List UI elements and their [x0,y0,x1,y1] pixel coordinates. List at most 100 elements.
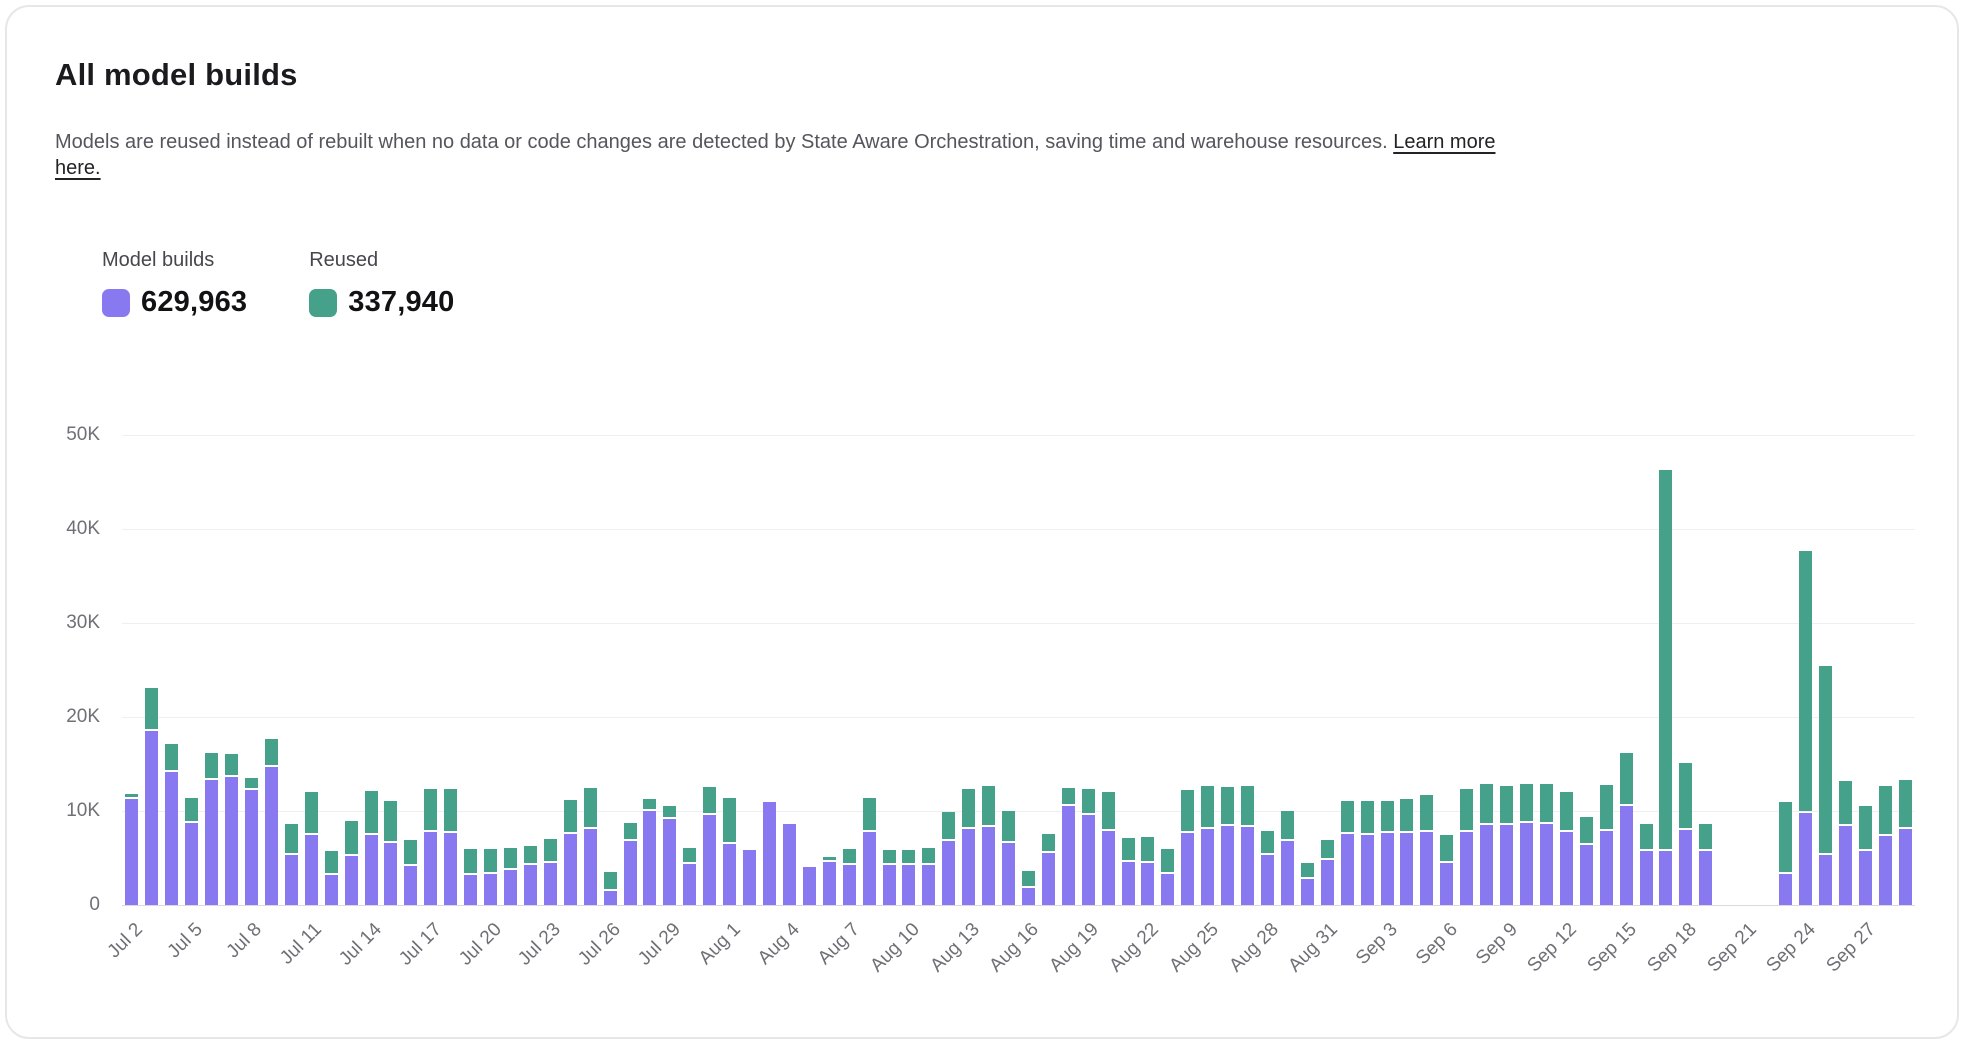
bar-segment-reused [325,851,338,873]
bar-segment-reused [484,849,497,872]
bar-segment-reused [1321,840,1334,858]
bar-segment-model-builds [743,850,756,905]
bar-segment-reused [1241,786,1254,825]
bar-segment-model-builds [305,835,318,905]
bar-segment-reused [1440,835,1453,860]
bar-segment-reused [125,794,138,797]
bar-segment-model-builds [982,827,995,905]
bar-segment-model-builds [1520,823,1533,905]
bar-segment-reused [1520,784,1533,822]
bar-segment-model-builds [1659,851,1672,905]
bar-segment-model-builds [424,832,437,905]
bar-segment-reused [584,788,597,827]
bar-segment-reused [703,787,716,812]
bar-segment-model-builds [1640,851,1653,905]
bar-segment-model-builds [883,865,896,905]
bar-segment-model-builds [624,841,637,905]
bar-segment-reused [424,789,437,829]
x-axis-baseline [122,905,1915,906]
legend-value-reused: 337,940 [348,286,454,319]
bar-segment-reused [345,821,358,854]
bar-segment-reused [165,744,178,769]
bar-segment-model-builds [464,875,477,905]
bar-segment-model-builds [1321,860,1334,905]
bar-segment-reused [942,812,955,839]
bar-segment-model-builds [1699,851,1712,905]
y-axis-tick-label: 0 [30,894,100,916]
bar-segment-reused [544,839,557,861]
bar-segment-model-builds [1181,833,1194,905]
bar-segment-reused [1799,551,1812,810]
gridline [122,717,1915,718]
bar-segment-model-builds [145,731,158,905]
bar-segment-reused [1082,789,1095,813]
bar-segment-reused [265,739,278,764]
bar-segment-model-builds [1899,829,1912,905]
bar-segment-model-builds [125,799,138,905]
bar-segment-model-builds [265,767,278,905]
bar-segment-model-builds [1341,834,1354,905]
bar-segment-reused [205,753,218,778]
bar-segment-reused [1281,811,1294,839]
bar-segment-reused [185,798,198,822]
bar-segment-reused [285,824,298,853]
bar-segment-reused [1659,470,1672,850]
bar-segment-model-builds [1400,833,1413,905]
bar-segment-reused [982,786,995,825]
bar-segment-model-builds [325,875,338,905]
bar-segment-model-builds [683,864,696,905]
bar-segment-model-builds [843,865,856,905]
bar-segment-model-builds [763,802,776,905]
bar-segment-reused [1381,801,1394,831]
bar-segment-model-builds [1002,843,1015,905]
bar-segment-reused [1201,786,1214,826]
bar-segment-reused [1580,817,1593,843]
legend-item-model-builds: Model builds 629,963 [102,249,247,319]
bar-segment-reused [663,806,676,817]
bar-segment-model-builds [962,829,975,905]
bar-segment-reused [464,849,477,873]
bar-segment-reused [1361,801,1374,833]
bar-segment-model-builds [1161,874,1174,905]
bar-segment-model-builds [365,835,378,905]
bar-segment-model-builds [1022,888,1035,905]
bar-segment-model-builds [285,855,298,905]
bar-segment-model-builds [165,772,178,905]
bar-segment-reused [1640,824,1653,849]
page-title: All model builds [55,57,298,93]
bar-segment-model-builds [1580,845,1593,905]
model-builds-swatch-icon [102,289,130,317]
bar-segment-model-builds [1420,832,1433,905]
bar-segment-model-builds [604,891,617,905]
bar-segment-model-builds [504,870,517,905]
bar-segment-model-builds [404,866,417,905]
bar-segment-model-builds [1261,855,1274,905]
bar-segment-reused [1102,792,1115,829]
gridline [122,623,1915,624]
chart-legend: Model builds 629,963 Reused 337,940 [102,249,454,319]
bar-segment-reused [1779,802,1792,872]
bar-segment-reused [883,850,896,862]
bar-segment-model-builds [1779,874,1792,905]
bar-segment-model-builds [1600,831,1613,905]
bar-segment-reused [384,801,397,840]
bar-segment-reused [1042,834,1055,851]
bar-segment-model-builds [484,874,497,905]
bar-segment-model-builds [544,863,557,905]
bar-segment-model-builds [1042,853,1055,905]
bar-segment-reused [1221,787,1234,824]
bar-segment-reused [624,823,637,839]
description: Models are reused instead of rebuilt whe… [55,129,1503,181]
bar-segment-reused [922,848,935,862]
bar-segment-reused [504,848,517,869]
bar-segment-reused [444,789,457,830]
bar-segment-reused [1600,785,1613,829]
bar-segment-reused [225,754,238,775]
bar-segment-reused [1341,801,1354,831]
bar-segment-reused [604,872,617,889]
gridline [122,435,1915,436]
bar-segment-model-builds [384,843,397,905]
bar-segment-model-builds [225,777,238,905]
bar-segment-model-builds [1480,825,1493,905]
bar-segment-reused [823,857,836,860]
